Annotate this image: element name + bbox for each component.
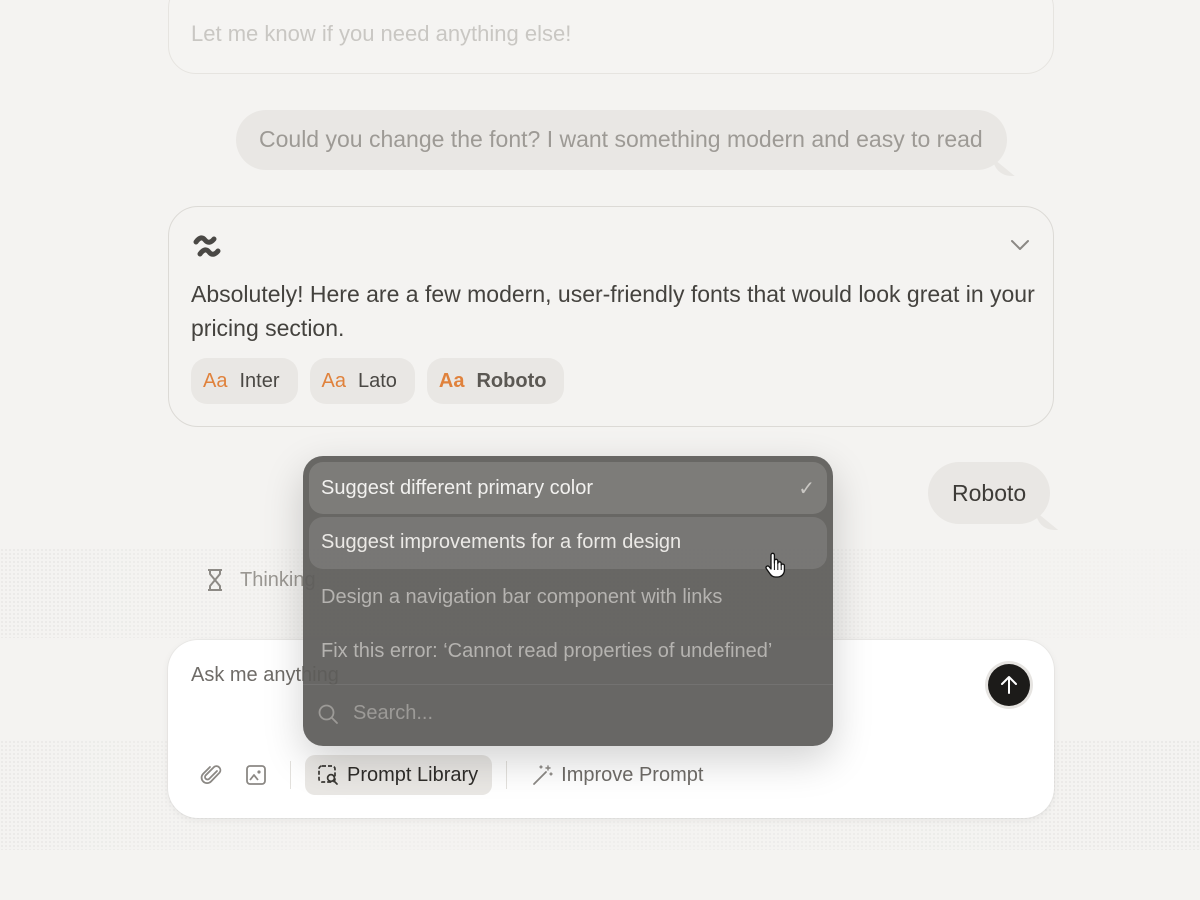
toolbar-divider — [506, 761, 508, 789]
prompt-search-placeholder: Search... — [353, 702, 434, 725]
improve-prompt-label: Improve Prompt — [561, 763, 704, 786]
prompt-option[interactable]: Fix this error: ‘Cannot read properties … — [309, 626, 827, 678]
prompt-option-label: Design a navigation bar component with l… — [321, 585, 723, 608]
image-icon — [246, 765, 266, 785]
arrow-up-icon — [1001, 676, 1017, 694]
previous-assistant-message: Let me know if you need anything else! — [168, 0, 1054, 74]
paperclip-icon — [200, 765, 222, 784]
font-chip-inter[interactable]: Aa Inter — [191, 358, 298, 404]
user-message: Roboto — [928, 462, 1059, 530]
font-chip-label: Roboto — [476, 369, 547, 392]
font-chip-roboto[interactable]: Aa Roboto — [426, 358, 565, 404]
font-chip-prefix: Aa — [321, 369, 346, 392]
previous-assistant-text: Let me know if you need anything else! — [191, 21, 572, 46]
prompt-library-dropdown: Suggest different primary color ✓ Sugges… — [303, 456, 833, 746]
prompt-library-label: Prompt Library — [347, 763, 479, 786]
prompt-option-label: Suggest different primary color — [321, 476, 593, 499]
improve-prompt-button[interactable]: Improve Prompt — [531, 763, 703, 787]
prompt-option[interactable]: Design a navigation bar component with l… — [309, 571, 827, 623]
bubble-tail — [1036, 512, 1059, 530]
prompt-option[interactable]: Suggest different primary color ✓ — [309, 462, 827, 514]
hourglass-icon — [208, 569, 222, 591]
search-icon — [318, 704, 338, 724]
prompt-option[interactable]: Suggest improvements for a form design — [309, 516, 827, 569]
font-chip-label: Lato — [357, 369, 397, 392]
assistant-message-card: Absolutely! Here are a few modern, user-… — [168, 206, 1054, 427]
bubble-tail — [992, 158, 1015, 176]
check-icon: ✓ — [798, 477, 815, 500]
composer-toolbar: Prompt Library Improve Prompt — [198, 755, 703, 795]
toolbar-divider — [290, 761, 291, 789]
font-chip-label: Inter — [239, 369, 280, 392]
attach-button[interactable] — [198, 761, 226, 789]
prompt-library-button[interactable]: Prompt Library — [305, 755, 493, 795]
assistant-message-text: Absolutely! Here are a few modern, user-… — [191, 281, 1035, 341]
send-button[interactable] — [988, 664, 1030, 706]
chevron-down-icon[interactable] — [1009, 237, 1031, 253]
prompt-option-label: Fix this error: ‘Cannot read properties … — [321, 640, 773, 663]
prompt-search-field[interactable]: Search... — [309, 685, 827, 743]
font-chip-prefix: Aa — [203, 369, 228, 392]
prompt-library-icon — [318, 765, 338, 785]
user-message-text: Roboto — [952, 480, 1027, 506]
chat-screen: Let me know if you need anything else! C… — [0, 0, 1200, 900]
font-chip-lato[interactable]: Aa Lato — [309, 358, 415, 404]
thinking-indicator: Thinking — [204, 568, 316, 592]
prompt-option-label: Suggest improvements for a form design — [321, 531, 682, 554]
image-upload-button[interactable] — [242, 761, 270, 789]
font-chip-prefix: Aa — [438, 369, 465, 392]
magic-wand-icon — [533, 765, 553, 785]
user-message-text: Could you change the font? I want someth… — [259, 126, 983, 152]
font-chip-list: Aa Inter Aa Lato Aa Roboto — [191, 358, 565, 404]
user-message: Could you change the font? I want someth… — [236, 110, 1015, 176]
hand-cursor-icon — [765, 552, 786, 578]
logo-icon — [193, 235, 221, 257]
